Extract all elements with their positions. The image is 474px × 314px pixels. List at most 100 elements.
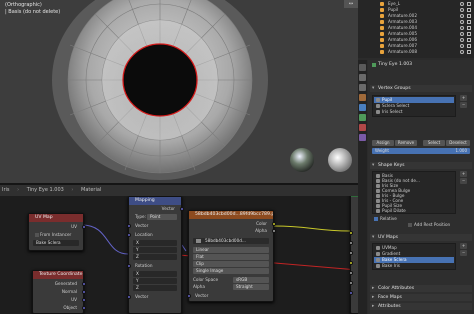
image-datablock-field[interactable]: 58bdb403cbd00d... [193,238,269,244]
from-instancer-checkbox[interactable]: From Instancer [35,232,77,238]
viewport-corner-button[interactable]: ↔ [344,0,358,8]
uv-map-item[interactable]: UVMap [374,245,454,251]
input-socket[interactable] [348,241,353,245]
breadcrumb-item[interactable]: Iris [2,187,10,193]
texture-coordinate-node[interactable]: Texture Coordinate Generated Normal UV O… [32,270,86,314]
location-x-field[interactable]: X [133,240,177,246]
projection-dropdown[interactable]: Flat [193,254,269,260]
eye-icon[interactable] [460,32,464,36]
input-socket[interactable] [126,295,131,299]
source-dropdown[interactable]: Single Image [193,268,269,274]
location-z-field[interactable]: Z [133,254,177,260]
remove-uv-map-button[interactable]: − [460,250,467,256]
alpha-mode-dropdown[interactable]: Straight [233,284,269,290]
camera-icon[interactable] [467,26,471,30]
location-y-field[interactable]: Y [133,247,177,253]
eye-icon[interactable] [460,50,464,54]
input-socket[interactable] [348,281,353,285]
uv-maps-list[interactable]: UVMap Gradient Bake Sclera Bake Iris [372,243,456,270]
vertex-groups-header[interactable]: Vertex Groups [370,85,472,92]
camera-icon[interactable] [467,32,471,36]
object-tab-icon[interactable] [359,94,366,101]
color-attributes-header[interactable]: Color Attributes [370,285,472,292]
input-socket[interactable] [348,261,353,265]
camera-icon[interactable] [467,50,471,54]
attributes-header[interactable]: Attributes [370,303,472,310]
alpha-output-socket[interactable] [271,229,276,233]
remove-button[interactable]: Remove [395,140,417,146]
vector-input-socket[interactable] [186,294,191,298]
remove-vertex-group-button[interactable]: − [460,102,467,108]
input-socket[interactable] [126,233,131,237]
input-socket[interactable] [348,291,353,295]
add-rest-position-checkbox[interactable]: Add Rest Position [408,222,450,227]
principled-node-partial[interactable]: P [348,196,358,314]
checkbox-box[interactable] [374,217,378,221]
eye-icon[interactable] [460,8,464,12]
modifier-tab-icon[interactable] [359,104,366,111]
outliner[interactable]: Eye_L Pupil Armature.002 Armature.003 Ar… [358,0,474,58]
eye-icon[interactable] [460,26,464,30]
rotation-y-field[interactable]: Y [133,278,177,284]
select-button[interactable]: Select [423,140,445,146]
vertex-group-item[interactable]: Iris Select [374,109,454,115]
camera-icon[interactable] [467,44,471,48]
image-texture-node[interactable]: 58bdb403cbd00d...89fd9bcc789.png Color A… [186,210,276,302]
material-tab-icon[interactable] [359,124,366,131]
breadcrumb-item[interactable]: Material [81,187,101,193]
input-socket[interactable] [348,271,353,275]
outliner-row[interactable]: Armature.008 [358,49,474,55]
rotation-z-field[interactable]: Z [133,285,177,291]
add-vertex-group-button[interactable]: + [460,95,467,101]
interpolation-dropdown[interactable]: Linear [193,247,269,253]
uv-map-field[interactable]: Bake Sclera [33,240,79,246]
input-socket[interactable] [126,264,131,268]
uv-map-node[interactable]: UV Map UV From Instancer Bake Sclera [28,213,86,251]
remove-shape-key-button[interactable]: − [460,178,467,184]
relative-checkbox[interactable]: Relative [374,216,397,221]
uv-map-item[interactable]: Gradient [374,251,454,257]
camera-icon[interactable] [467,20,471,24]
input-socket[interactable] [126,224,131,228]
camera-icon[interactable] [467,38,471,42]
vertex-group-item[interactable]: Pupil [374,97,454,103]
object-name-row[interactable]: Tiny Eye 1.003 [370,61,472,68]
output-tab-icon[interactable] [359,84,366,91]
add-uv-map-button[interactable]: + [460,243,467,249]
eye-icon[interactable] [460,14,464,18]
face-maps-header[interactable]: Face Maps [370,294,472,301]
type-dropdown[interactable]: Point [147,214,177,220]
output-socket[interactable] [179,207,184,211]
colorspace-dropdown[interactable]: sRGB [233,277,269,283]
data-tab-icon[interactable] [359,114,366,121]
output-socket[interactable] [81,290,86,294]
3d-viewport[interactable]: (Orthographic) | Basis (do not delete) ↔ [0,0,358,183]
deselect-button[interactable]: Deselect [446,140,470,146]
output-socket[interactable] [81,225,86,229]
eye-icon[interactable] [460,38,464,42]
output-socket[interactable] [81,282,86,286]
vertex-groups-list[interactable]: Pupil Sclera Select Iris Select [372,95,456,117]
eye-icon[interactable] [460,20,464,24]
eye-icon[interactable] [460,2,464,6]
camera-icon[interactable] [467,14,471,18]
weight-slider[interactable]: Weight 1.000 [372,148,470,154]
checkbox-box[interactable] [35,233,39,237]
camera-icon[interactable] [467,8,471,12]
uv-map-item[interactable]: Bake Sclera [374,257,454,263]
vertex-group-item[interactable]: Sclera Select [374,103,454,109]
uv-maps-header[interactable]: UV Maps [370,234,472,241]
assign-button[interactable]: Assign [372,140,394,146]
mapping-node[interactable]: Mapping Vector Type: Point Vector Locati… [126,196,184,314]
shape-keys-header[interactable]: Shape Keys [370,162,472,169]
input-socket[interactable] [348,231,353,235]
input-socket[interactable] [348,251,353,255]
output-socket[interactable] [81,306,86,310]
add-shape-key-button[interactable]: + [460,171,467,177]
output-socket[interactable] [81,298,86,302]
node-editor-canvas[interactable]: UV Map UV From Instancer Bake Sclera Tex… [0,196,358,314]
extension-dropdown[interactable]: Clip [193,261,269,267]
rotation-x-field[interactable]: X [133,271,177,277]
camera-icon[interactable] [467,2,471,6]
color-output-socket[interactable] [271,222,276,226]
